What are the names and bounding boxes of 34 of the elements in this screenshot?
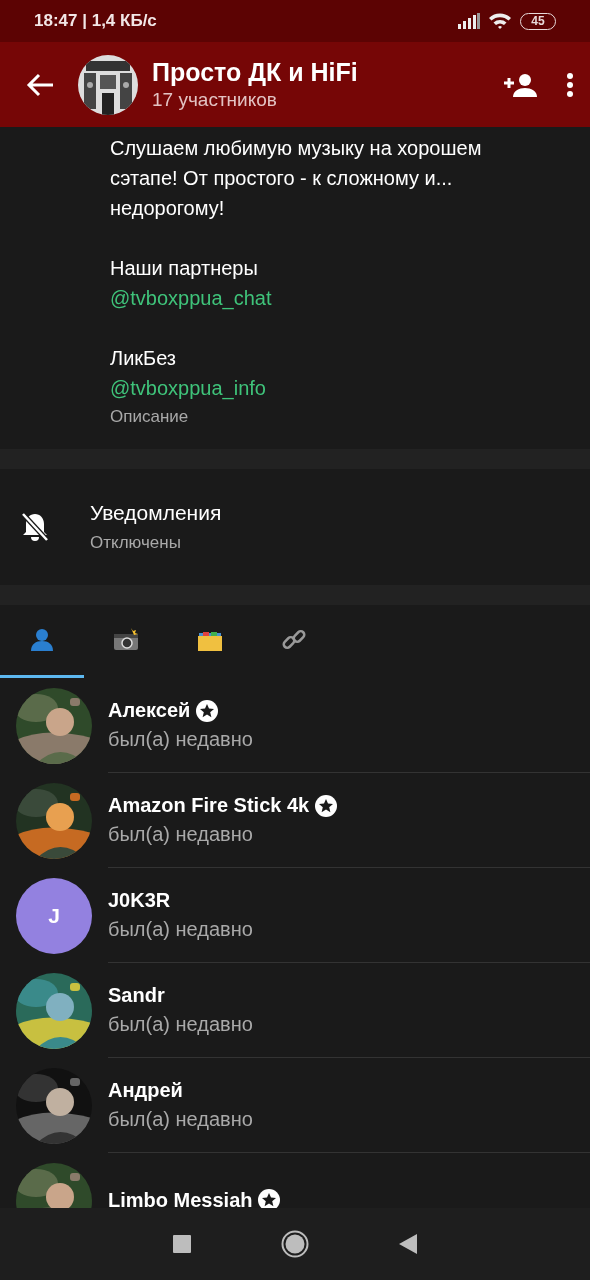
signal-icon bbox=[458, 13, 480, 29]
group-title: Просто ДК и HiFi bbox=[152, 58, 359, 87]
member-name: Андрей bbox=[108, 1079, 183, 1102]
member-count: 17 участников bbox=[152, 89, 278, 111]
notifications-label: Уведомления bbox=[90, 501, 222, 525]
add-person-icon[interactable] bbox=[502, 72, 538, 97]
description-text: ЛикБез bbox=[110, 346, 178, 371]
back-arrow-icon[interactable] bbox=[26, 72, 54, 97]
member-status: был(а) недавно bbox=[108, 918, 254, 941]
member-status: был(а) недавно bbox=[108, 1013, 254, 1036]
person-icon bbox=[29, 627, 55, 653]
camera-icon bbox=[113, 627, 139, 653]
more-icon[interactable] bbox=[566, 71, 574, 98]
member-status: был(а) недавно bbox=[108, 1108, 254, 1131]
description-caption: Описание bbox=[110, 406, 190, 428]
description-text: Слушаем любимую музыку на хорошем bbox=[110, 136, 483, 161]
channel-link[interactable]: @tvboxppua_info bbox=[110, 373, 570, 403]
channel-link[interactable]: @tvboxppua_chat bbox=[110, 283, 570, 313]
notifications-value: Отключены bbox=[90, 533, 182, 553]
member-name: Sandr bbox=[108, 984, 165, 1007]
member-status: был(а) недавно bbox=[108, 823, 254, 846]
member-name: Limbo Messiah bbox=[108, 1188, 253, 1208]
member-name: Алексей bbox=[108, 699, 191, 722]
description-text: сэтапе! От простого - к сложному и... bbox=[110, 166, 454, 191]
member-name: J0K3R bbox=[108, 889, 171, 912]
description-text: недорогому! bbox=[110, 196, 226, 221]
member-name: Amazon Fire Stick 4k bbox=[108, 794, 310, 817]
status-time: 18:47 | 1,4 КБ/с bbox=[34, 11, 158, 31]
wifi-icon bbox=[488, 12, 512, 30]
member-status: был(а) недавно bbox=[108, 728, 254, 751]
home-icon[interactable] bbox=[281, 1230, 309, 1258]
letter-avatar: J bbox=[16, 877, 92, 954]
description-text: Наши партнеры bbox=[110, 256, 259, 281]
back-icon[interactable] bbox=[399, 1234, 417, 1254]
